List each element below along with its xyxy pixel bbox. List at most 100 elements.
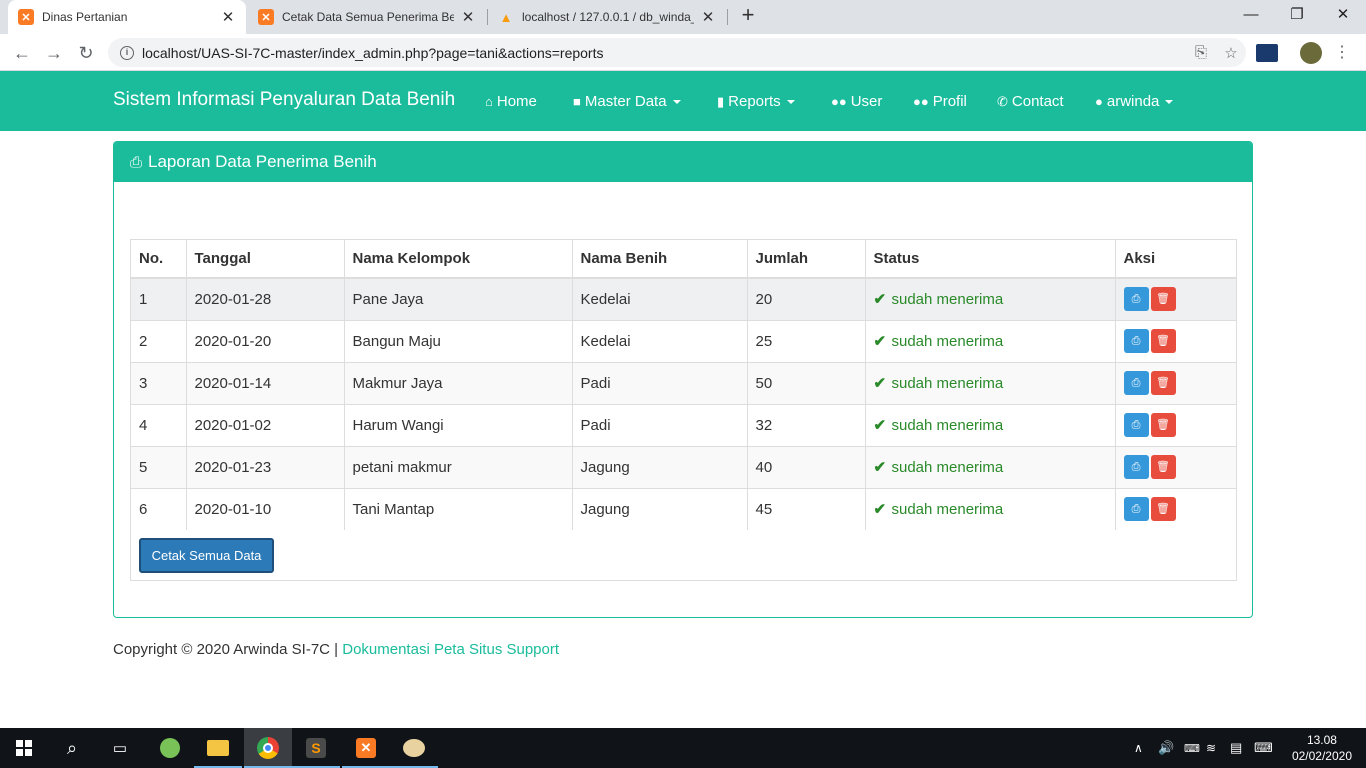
sublime-text-icon[interactable]: S [292, 728, 340, 768]
site-brand[interactable]: Sistem Informasi Penyaluran Data Benih [113, 89, 455, 111]
browser-tab[interactable]: ✕ Cetak Data Semua Penerima Beni ✕ [248, 0, 486, 34]
delete-button[interactable]: 🗑 [1150, 497, 1176, 522]
menu-dots-icon[interactable]: ⋮ [1334, 42, 1350, 64]
cell-jumlah: 32 [747, 403, 866, 446]
status-text: sudah menerima [891, 333, 1004, 350]
cell-jumlah: 20 [747, 277, 866, 320]
users-icon: ●● [831, 94, 847, 109]
new-tab-button[interactable]: + [736, 4, 760, 28]
back-button[interactable]: ← [8, 40, 36, 66]
print-button[interactable]: ⎙ [1123, 413, 1149, 437]
delete-button[interactable]: 🗑 [1150, 287, 1176, 312]
home-icon: ⌂ [485, 94, 493, 109]
wifi-icon[interactable]: ≋ [1206, 728, 1216, 768]
cell-status: ✔ sudah menerima [865, 277, 1116, 320]
panel-title: Laporan Data Penerima Benih [148, 152, 377, 171]
nav-account[interactable]: ● arwinda [1095, 93, 1174, 110]
print-button[interactable]: ⎙ [1123, 329, 1149, 353]
xampp-icon[interactable]: ✕ [342, 728, 390, 768]
caret-down-icon [672, 99, 681, 104]
volume-icon[interactable]: 🔊 [1158, 728, 1174, 768]
notification-icon[interactable]: ▤ [1230, 728, 1242, 768]
col-header-tanggal: Tanggal [186, 240, 345, 279]
site-footer: Copyright © 2020 Arwinda SI-7C | Dokumen… [113, 641, 559, 658]
url-text: localhost/UAS-SI-7C-master/index_admin.p… [142, 44, 604, 61]
xampp-icon: ✕ [18, 9, 34, 25]
panel-heading: ⎙ Laporan Data Penerima Benih [114, 142, 1252, 182]
cell-benih: Kedelai [572, 277, 748, 320]
bookmark-star-icon[interactable]: ☆ [1216, 44, 1246, 62]
extension-icon[interactable] [1256, 44, 1278, 62]
chrome-icon[interactable] [244, 728, 292, 768]
profile-avatar[interactable] [1300, 42, 1322, 64]
nav-contact-label: Contact [1011, 93, 1064, 110]
close-tab-icon[interactable]: ✕ [460, 8, 476, 26]
check-icon: ✔ [873, 417, 887, 434]
delete-button[interactable]: 🗑 [1150, 413, 1176, 437]
file-icon: ▮ [717, 93, 725, 109]
cell-status: ✔ sudah menerima [865, 403, 1116, 446]
nav-master-data-label: Master Data [584, 93, 667, 110]
windows-taskbar: ⌕ ▭ S ✕ ∧ 🔊 ⌨ ≋ ▤ ⌨ 13.08 02/02/2020 [0, 728, 1366, 768]
table-row: 2 2020-01-20 Bangun Maju Kedelai 25 ✔ sud… [131, 319, 1236, 362]
cell-aksi: ⎙ 🗑 [1115, 445, 1236, 488]
print-button[interactable]: ⎙ [1123, 371, 1149, 395]
nav-home[interactable]: ⌂ Home [485, 93, 537, 110]
delete-button[interactable]: 🗑 [1150, 455, 1176, 479]
status-text: sudah menerima [891, 501, 1004, 519]
browser-tab-active[interactable]: ✕ Dinas Pertanian ✕ [8, 0, 246, 34]
keyboard-icon[interactable]: ⌨ [1254, 728, 1273, 768]
android-studio-icon[interactable] [146, 728, 194, 768]
print-button[interactable]: ⎙ [1123, 497, 1149, 522]
translate-icon[interactable]: ⎘ [1186, 44, 1216, 61]
close-window-button[interactable]: ✕ [1320, 0, 1366, 34]
cell-kelompok: Makmur Jaya [344, 361, 573, 404]
reload-button[interactable]: ↻ [72, 40, 100, 66]
paint-icon[interactable] [390, 728, 438, 768]
taskbar-clock[interactable]: 13.08 02/02/2020 [1292, 732, 1352, 764]
check-icon: ✔ [873, 333, 887, 350]
address-bar[interactable]: i localhost/UAS-SI-7C-master/index_admin… [108, 38, 1246, 67]
footer-links[interactable]: Dokumentasi Peta Situs Support [342, 641, 559, 658]
info-icon[interactable]: i [120, 45, 134, 60]
restore-button[interactable]: ❐ [1274, 0, 1320, 34]
search-icon[interactable]: ⌕ [48, 728, 96, 768]
xampp-icon: ✕ [258, 9, 274, 25]
phone-icon: ✆ [997, 93, 1008, 109]
copyright-text: Copyright © 2020 Arwinda SI-7C | [113, 641, 343, 658]
report-panel: ⎙ Laporan Data Penerima Benih No. Tangga… [113, 141, 1253, 618]
file-explorer-icon[interactable] [194, 728, 242, 768]
cell-tanggal: 2020-01-20 [186, 319, 345, 362]
close-tab-icon[interactable]: ✕ [220, 8, 236, 26]
show-hidden-icons-icon[interactable]: ∧ [1134, 728, 1143, 768]
task-view-icon[interactable]: ▭ [96, 728, 144, 768]
print-button[interactable]: ⎙ [1123, 287, 1149, 312]
col-header-jumlah: Jumlah [747, 240, 866, 279]
nav-master-data[interactable]: ■ Master Data [573, 93, 681, 110]
browser-tab[interactable]: ▲ localhost / 127.0.0.1 / db_winda_ ✕ [488, 0, 726, 34]
forward-button[interactable]: → [40, 40, 68, 66]
report-table: No. Tanggal Nama Kelompok Nama Benih Jum… [131, 240, 1236, 530]
nav-reports[interactable]: ▮ Reports [717, 93, 795, 110]
nav-profil[interactable]: ●● Profil [913, 93, 967, 110]
cell-tanggal: 2020-01-02 [186, 403, 345, 446]
delete-button[interactable]: 🗑 [1150, 371, 1176, 395]
col-header-aksi: Aksi [1115, 240, 1236, 279]
cell-aksi: ⎙ 🗑 [1115, 361, 1236, 404]
cell-no: 1 [131, 277, 187, 320]
windows-start-icon[interactable] [0, 728, 48, 768]
print-button[interactable]: ⎙ [1123, 455, 1149, 479]
caret-down-icon [786, 99, 795, 104]
report-table-container: No. Tanggal Nama Kelompok Nama Benih Jum… [130, 239, 1237, 581]
close-tab-icon[interactable]: ✕ [700, 8, 716, 26]
delete-button[interactable]: 🗑 [1150, 329, 1176, 353]
print-all-button[interactable]: Cetak Semua Data [139, 538, 274, 573]
col-header-status: Status [865, 240, 1116, 279]
cell-jumlah: 25 [747, 319, 866, 362]
nav-contact[interactable]: ✆ Contact [997, 93, 1064, 110]
nav-user[interactable]: ●● User [831, 93, 882, 110]
language-icon[interactable]: ⌨ [1184, 728, 1200, 768]
minimize-button[interactable]: — [1228, 0, 1274, 34]
cell-benih: Jagung [572, 445, 748, 488]
browser-tabbar: ✕ Dinas Pertanian ✕ ✕ Cetak Data Semua P… [0, 0, 1366, 34]
